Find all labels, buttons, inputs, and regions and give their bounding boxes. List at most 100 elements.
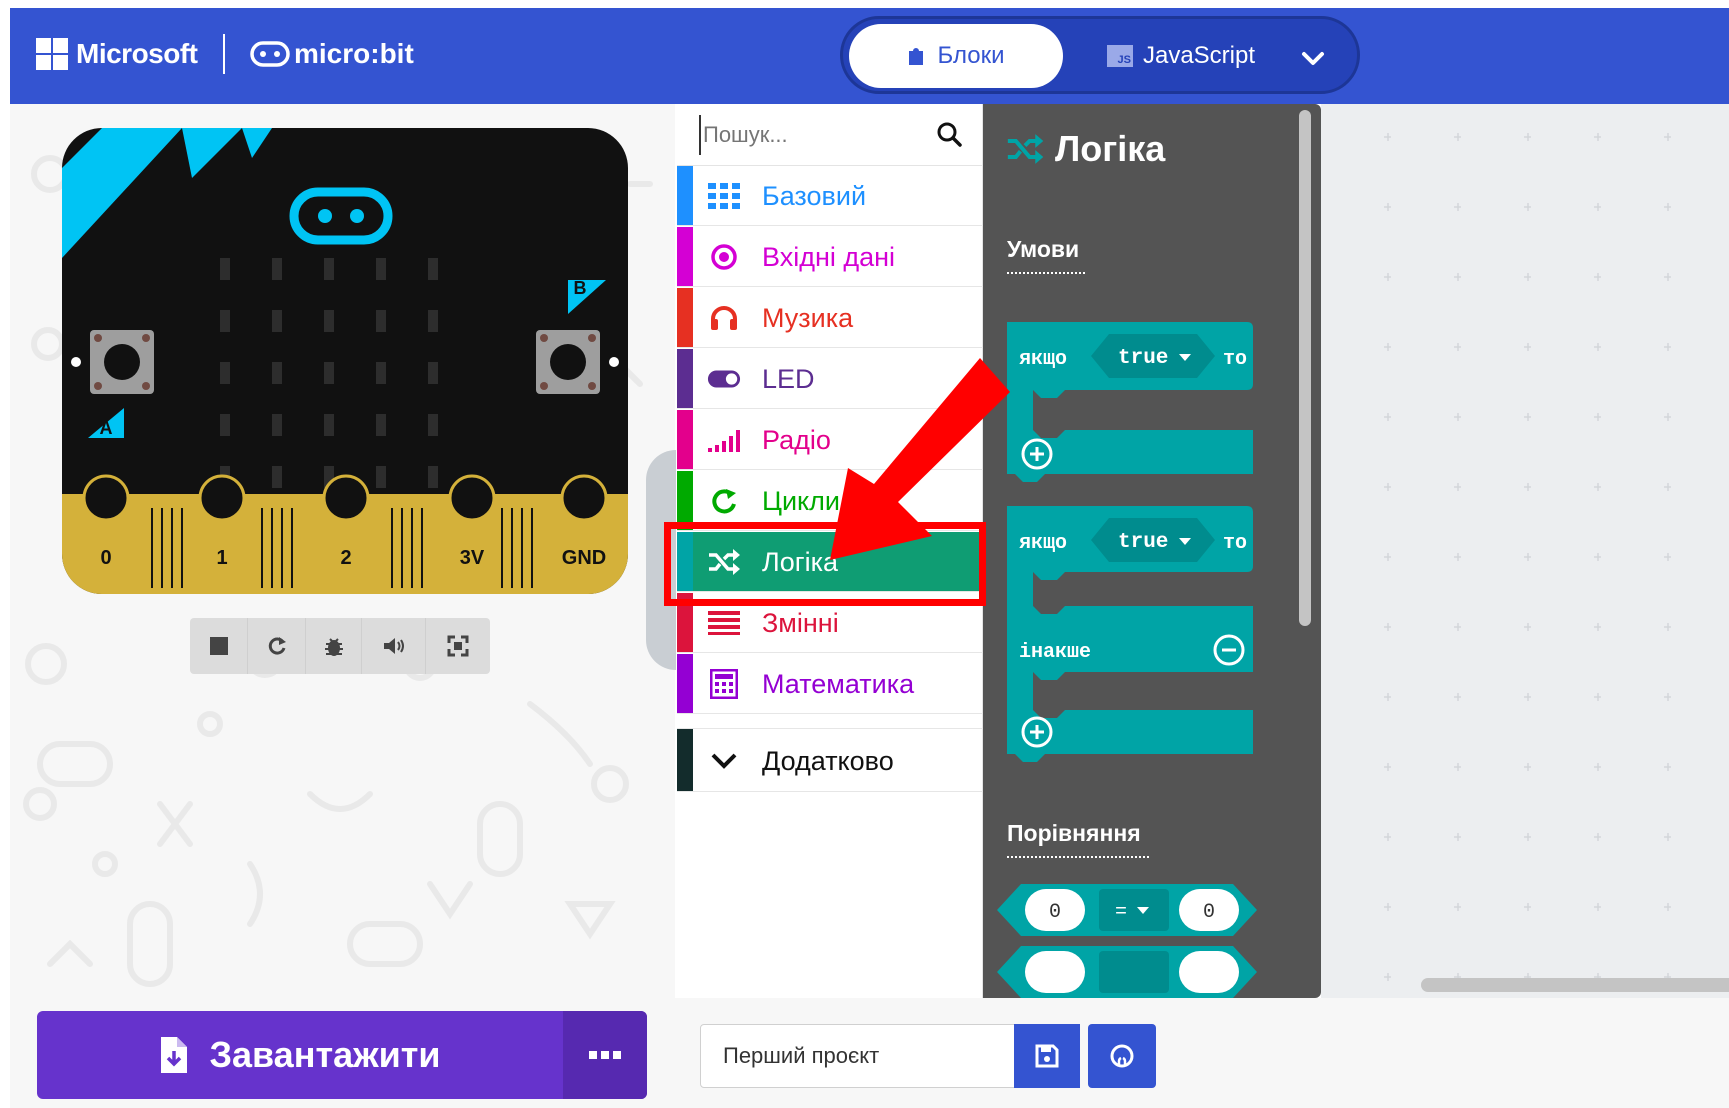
category-label: Радіо — [762, 425, 831, 455]
category-label: Цикли — [762, 486, 841, 516]
microbit-brand-text: micro:bit — [294, 38, 414, 69]
if-label: якщо — [1019, 348, 1067, 371]
compare-left-value[interactable]: 0 — [1049, 901, 1061, 924]
pin-label-2: 2 — [340, 547, 351, 569]
microbit-logo-icon — [250, 41, 290, 67]
stop-icon — [209, 637, 228, 655]
microbit-logo[interactable]: micro:bit — [250, 38, 414, 70]
save-button[interactable] — [1014, 1024, 1080, 1088]
pin-2-hole — [322, 474, 370, 522]
flyout-scrollbar[interactable] — [1299, 110, 1311, 626]
category-label: Музика — [762, 303, 854, 333]
category-basic[interactable]: Базовий — [677, 166, 983, 226]
github-icon — [1110, 1044, 1134, 1068]
download-more-button[interactable] — [563, 1011, 647, 1099]
pin-label-0: 0 — [100, 547, 111, 569]
category-label: LED — [762, 364, 815, 394]
pin-label-3v: 3V — [460, 547, 485, 569]
if-then-block[interactable] — [1007, 322, 1253, 482]
refresh-icon — [707, 485, 741, 517]
top-menu-bar: Microsoft micro:bit Блоки JS JavaScript — [10, 8, 1729, 104]
category-color-bar — [677, 729, 693, 791]
button-a-label: A — [100, 418, 113, 438]
category-color-bar — [677, 410, 693, 469]
chevron-down-icon — [707, 745, 741, 777]
category-math[interactable]: Математика — [677, 654, 983, 714]
category-color-bar — [677, 654, 693, 713]
category-color-bar — [677, 166, 693, 225]
pin-label-gnd: GND — [562, 547, 606, 569]
compare-right-value[interactable]: 0 — [1203, 901, 1215, 924]
button-a[interactable] — [90, 330, 154, 394]
sound-button[interactable] — [362, 618, 426, 674]
lines-icon — [707, 607, 741, 639]
tab-javascript[interactable]: JS JavaScript — [1091, 24, 1271, 88]
toggle-icon — [707, 363, 741, 395]
simulator-panel: A B 0 1 2 3V GND — [10, 104, 675, 1004]
bottom-bar: Завантажити — [10, 998, 1729, 1108]
block-workspace[interactable] — [1321, 104, 1729, 998]
pin-3v-hole — [448, 474, 496, 522]
workspace-scrollbar[interactable] — [1421, 978, 1729, 992]
category-color-bar — [677, 227, 693, 286]
debug-button[interactable] — [306, 618, 362, 674]
download-main[interactable]: Завантажити — [37, 1011, 563, 1099]
true-dropdown[interactable]: true — [1118, 531, 1168, 554]
category-music[interactable]: Музика — [677, 288, 983, 348]
header-divider — [223, 34, 225, 74]
restart-icon — [268, 637, 286, 655]
microsoft-brand-text: Microsoft — [76, 38, 198, 69]
ellipsis-icon — [589, 1051, 621, 1059]
search-icon[interactable] — [937, 122, 963, 148]
category-label: Базовий — [762, 181, 867, 211]
then-label: то — [1223, 348, 1247, 371]
save-icon — [1035, 1044, 1059, 1068]
fullscreen-icon — [447, 635, 469, 657]
then-label: то — [1223, 532, 1247, 555]
search-input[interactable] — [699, 114, 929, 155]
category-label: Додатково — [762, 746, 894, 776]
chevron-down-icon — [1302, 52, 1324, 65]
download-file-icon — [161, 1037, 188, 1073]
editor-mode-switch: Блоки JS JavaScript — [840, 16, 1360, 94]
calculator-icon — [707, 668, 741, 700]
stop-button[interactable] — [190, 618, 248, 674]
category-label: Вхідні дані — [762, 242, 896, 272]
target-icon — [707, 241, 741, 273]
pin-gnd-hole — [560, 474, 608, 522]
pin-label-1: 1 — [216, 547, 227, 569]
section-comparison: Порівняння — [1007, 820, 1141, 846]
annotation-arrow-icon — [830, 358, 1010, 560]
puzzle-icon — [909, 48, 924, 65]
fullscreen-button[interactable] — [426, 618, 490, 674]
true-dropdown[interactable]: true — [1118, 347, 1168, 370]
microbit-board[interactable]: A B 0 1 2 3V GND — [62, 128, 628, 594]
tab-blocks[interactable]: Блоки — [849, 24, 1063, 88]
category-input[interactable]: Вхідні дані — [677, 227, 983, 287]
button-b[interactable] — [536, 330, 600, 394]
grid-icon — [707, 180, 741, 212]
category-label: Змінні — [762, 608, 839, 638]
else-label: інакше — [1019, 641, 1091, 664]
download-label: Завантажити — [209, 1034, 441, 1075]
toolbox-search — [677, 104, 983, 166]
microsoft-logo[interactable]: Microsoft — [36, 38, 198, 70]
category-advanced[interactable]: Додатково — [677, 728, 983, 792]
restart-button[interactable] — [248, 618, 306, 674]
download-button[interactable]: Завантажити — [37, 1011, 647, 1099]
simulator-controls — [190, 618, 490, 674]
tab-blocks-label: Блоки — [937, 42, 1005, 69]
signal-icon — [707, 424, 741, 456]
pin-1-hole — [198, 474, 246, 522]
section-underline — [1007, 856, 1149, 858]
if-label: якщо — [1019, 532, 1067, 555]
compare-operator[interactable]: = — [1115, 901, 1127, 924]
pin-0-hole — [82, 474, 130, 522]
editor-mode-dropdown[interactable] — [1293, 39, 1333, 79]
debug-icon — [324, 638, 343, 656]
project-name-input[interactable] — [700, 1024, 1028, 1088]
category-color-bar — [677, 288, 693, 347]
github-button[interactable] — [1088, 1024, 1156, 1088]
button-b-label: B — [574, 278, 587, 298]
microsoft-logo-icon — [36, 38, 68, 70]
